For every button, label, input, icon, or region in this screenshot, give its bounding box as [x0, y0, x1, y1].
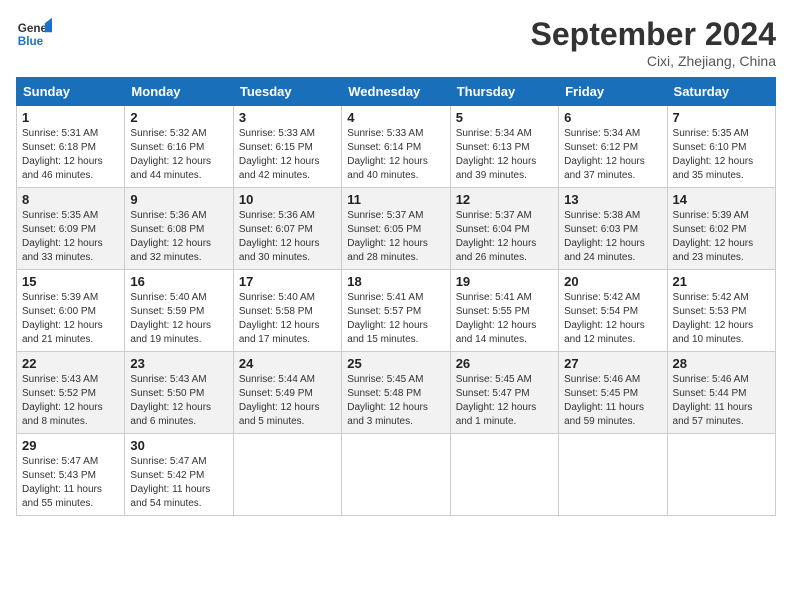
table-row: 13Sunrise: 5:38 AMSunset: 6:03 PMDayligh…: [559, 188, 667, 270]
table-row: 18Sunrise: 5:41 AMSunset: 5:57 PMDayligh…: [342, 270, 450, 352]
table-row: 11Sunrise: 5:37 AMSunset: 6:05 PMDayligh…: [342, 188, 450, 270]
table-row: 14Sunrise: 5:39 AMSunset: 6:02 PMDayligh…: [667, 188, 775, 270]
col-friday: Friday: [559, 78, 667, 106]
col-tuesday: Tuesday: [233, 78, 341, 106]
page-header: General Blue September 2024 Cixi, Zhejia…: [16, 16, 776, 69]
table-row: 17Sunrise: 5:40 AMSunset: 5:58 PMDayligh…: [233, 270, 341, 352]
table-row: 15Sunrise: 5:39 AMSunset: 6:00 PMDayligh…: [17, 270, 125, 352]
table-row: [342, 434, 450, 516]
logo-icon: General Blue: [16, 16, 52, 52]
table-row: [559, 434, 667, 516]
table-row: 16Sunrise: 5:40 AMSunset: 5:59 PMDayligh…: [125, 270, 233, 352]
table-row: 4Sunrise: 5:33 AMSunset: 6:14 PMDaylight…: [342, 106, 450, 188]
calendar-week-3: 22Sunrise: 5:43 AMSunset: 5:52 PMDayligh…: [17, 352, 776, 434]
table-row: 9Sunrise: 5:36 AMSunset: 6:08 PMDaylight…: [125, 188, 233, 270]
logo: General Blue: [16, 16, 52, 52]
table-row: 1Sunrise: 5:31 AMSunset: 6:18 PMDaylight…: [17, 106, 125, 188]
table-row: 26Sunrise: 5:45 AMSunset: 5:47 PMDayligh…: [450, 352, 558, 434]
table-row: 24Sunrise: 5:44 AMSunset: 5:49 PMDayligh…: [233, 352, 341, 434]
table-row: 10Sunrise: 5:36 AMSunset: 6:07 PMDayligh…: [233, 188, 341, 270]
table-row: 5Sunrise: 5:34 AMSunset: 6:13 PMDaylight…: [450, 106, 558, 188]
calendar-week-0: 1Sunrise: 5:31 AMSunset: 6:18 PMDaylight…: [17, 106, 776, 188]
col-saturday: Saturday: [667, 78, 775, 106]
col-thursday: Thursday: [450, 78, 558, 106]
table-row: 29Sunrise: 5:47 AMSunset: 5:43 PMDayligh…: [17, 434, 125, 516]
table-row: 20Sunrise: 5:42 AMSunset: 5:54 PMDayligh…: [559, 270, 667, 352]
table-row: 2Sunrise: 5:32 AMSunset: 6:16 PMDaylight…: [125, 106, 233, 188]
calendar-week-2: 15Sunrise: 5:39 AMSunset: 6:00 PMDayligh…: [17, 270, 776, 352]
table-row: [667, 434, 775, 516]
table-row: 6Sunrise: 5:34 AMSunset: 6:12 PMDaylight…: [559, 106, 667, 188]
table-row: 23Sunrise: 5:43 AMSunset: 5:50 PMDayligh…: [125, 352, 233, 434]
calendar-week-1: 8Sunrise: 5:35 AMSunset: 6:09 PMDaylight…: [17, 188, 776, 270]
table-row: 27Sunrise: 5:46 AMSunset: 5:45 PMDayligh…: [559, 352, 667, 434]
svg-text:Blue: Blue: [18, 35, 44, 48]
col-sunday: Sunday: [17, 78, 125, 106]
calendar-week-4: 29Sunrise: 5:47 AMSunset: 5:43 PMDayligh…: [17, 434, 776, 516]
month-title: September 2024: [531, 16, 776, 53]
table-row: 30Sunrise: 5:47 AMSunset: 5:42 PMDayligh…: [125, 434, 233, 516]
table-row: 12Sunrise: 5:37 AMSunset: 6:04 PMDayligh…: [450, 188, 558, 270]
calendar-table: Sunday Monday Tuesday Wednesday Thursday…: [16, 77, 776, 516]
table-row: [450, 434, 558, 516]
table-row: 7Sunrise: 5:35 AMSunset: 6:10 PMDaylight…: [667, 106, 775, 188]
table-row: 21Sunrise: 5:42 AMSunset: 5:53 PMDayligh…: [667, 270, 775, 352]
table-row: 8Sunrise: 5:35 AMSunset: 6:09 PMDaylight…: [17, 188, 125, 270]
location-subtitle: Cixi, Zhejiang, China: [531, 53, 776, 69]
table-row: 3Sunrise: 5:33 AMSunset: 6:15 PMDaylight…: [233, 106, 341, 188]
table-row: 28Sunrise: 5:46 AMSunset: 5:44 PMDayligh…: [667, 352, 775, 434]
title-block: September 2024 Cixi, Zhejiang, China: [531, 16, 776, 69]
col-monday: Monday: [125, 78, 233, 106]
header-row: Sunday Monday Tuesday Wednesday Thursday…: [17, 78, 776, 106]
table-row: 19Sunrise: 5:41 AMSunset: 5:55 PMDayligh…: [450, 270, 558, 352]
table-row: [233, 434, 341, 516]
table-row: 22Sunrise: 5:43 AMSunset: 5:52 PMDayligh…: [17, 352, 125, 434]
table-row: 25Sunrise: 5:45 AMSunset: 5:48 PMDayligh…: [342, 352, 450, 434]
col-wednesday: Wednesday: [342, 78, 450, 106]
